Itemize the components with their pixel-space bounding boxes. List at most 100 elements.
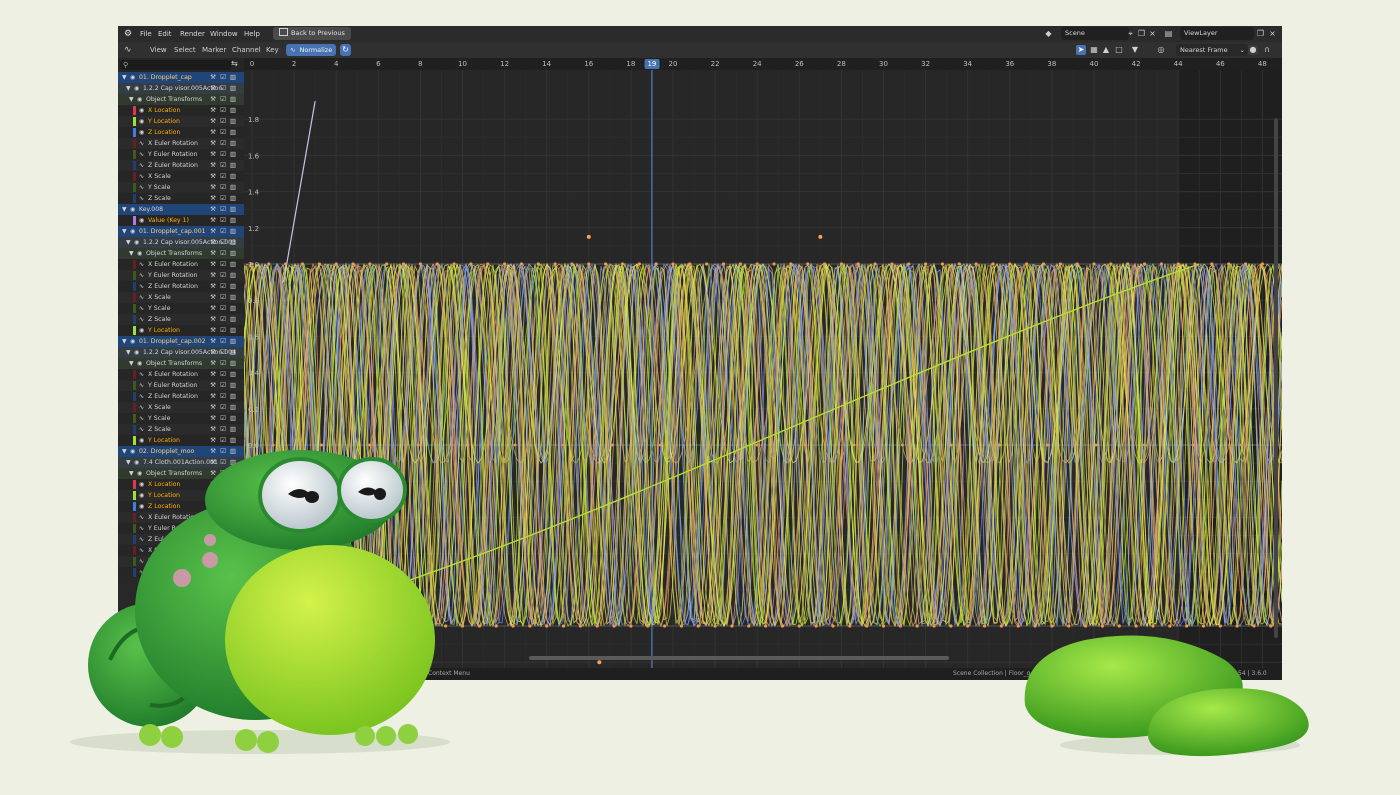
keyframe-point[interactable] bbox=[452, 262, 456, 266]
modifier-wrench-icon[interactable]: ⚒ bbox=[208, 534, 218, 545]
channel-row[interactable]: ▼ ◉ Object Transforms ⚒ ☑ ▥ bbox=[118, 248, 244, 259]
modifier-wrench-icon[interactable]: ⚒ bbox=[208, 281, 218, 292]
keyframe-point[interactable] bbox=[679, 624, 684, 628]
keyframe-point[interactable] bbox=[1243, 262, 1248, 266]
mute-checkbox[interactable]: ☑ bbox=[218, 479, 228, 490]
lock-icon[interactable]: ▥ bbox=[228, 149, 238, 160]
keyframe-point[interactable] bbox=[292, 624, 296, 628]
visibility-eye-icon[interactable]: ∿ bbox=[139, 512, 144, 523]
keyframe-point[interactable] bbox=[991, 262, 995, 266]
keyframe-point[interactable] bbox=[513, 443, 517, 447]
modifier-wrench-icon[interactable]: ⚒ bbox=[208, 567, 218, 578]
lock-icon[interactable]: ▥ bbox=[228, 435, 238, 446]
modifier-wrench-icon[interactable]: ⚒ bbox=[208, 270, 218, 281]
visibility-eye-icon[interactable]: ∿ bbox=[139, 413, 144, 424]
filter-icon[interactable]: ▼ bbox=[1130, 45, 1140, 55]
modifier-wrench-icon[interactable]: ⚒ bbox=[208, 105, 218, 116]
keyframe-point[interactable] bbox=[435, 262, 439, 266]
modifier-wrench-icon[interactable]: ⚒ bbox=[208, 314, 218, 325]
keyframe-point[interactable] bbox=[562, 443, 566, 447]
lock-icon[interactable]: ▥ bbox=[228, 402, 238, 413]
channel-row[interactable]: ∿ Y Euler Rotation ⚒ ☑ ▥ bbox=[118, 270, 244, 281]
expand-triangle-icon[interactable]: ▼ bbox=[129, 248, 134, 259]
modifier-wrench-icon[interactable]: ⚒ bbox=[208, 237, 218, 248]
channel-row[interactable]: ◉ Y Location ⚒ ☑ ▥ bbox=[118, 490, 244, 501]
lock-icon[interactable]: ▥ bbox=[228, 534, 238, 545]
mute-checkbox[interactable]: ☑ bbox=[218, 171, 228, 182]
modifier-wrench-icon[interactable]: ⚒ bbox=[208, 215, 218, 226]
keyframe-point[interactable] bbox=[1067, 624, 1071, 628]
lock-icon[interactable]: ▥ bbox=[228, 512, 238, 523]
modifier-wrench-icon[interactable]: ⚒ bbox=[208, 204, 218, 215]
mute-checkbox[interactable]: ☑ bbox=[218, 347, 228, 358]
lock-icon[interactable]: ▥ bbox=[228, 94, 238, 105]
keyframe-point[interactable] bbox=[890, 262, 894, 266]
keyframe-point[interactable] bbox=[1218, 624, 1222, 628]
keyframe-point[interactable] bbox=[831, 624, 835, 628]
lock-icon[interactable]: ▥ bbox=[228, 138, 238, 149]
keyframe-point[interactable] bbox=[907, 262, 911, 266]
channel-row[interactable]: ∿ Z Euler Rotation ⚒ ☑ ▥ bbox=[118, 281, 244, 292]
keyframe-point[interactable] bbox=[460, 624, 465, 628]
keyframe-point[interactable] bbox=[1008, 262, 1012, 266]
mute-checkbox[interactable]: ☑ bbox=[218, 325, 228, 336]
keyframe-point[interactable] bbox=[536, 262, 540, 266]
channel-row[interactable]: ∿ X Euler Rotation ⚒ ☑ ▥ bbox=[118, 512, 244, 523]
visibility-eye-icon[interactable]: ∿ bbox=[139, 182, 144, 193]
visibility-eye-icon[interactable]: ◉ bbox=[134, 83, 139, 94]
keyframe-point[interactable] bbox=[974, 262, 978, 266]
mute-checkbox[interactable]: ☑ bbox=[218, 380, 228, 391]
keyframe-point[interactable] bbox=[300, 262, 305, 266]
pin-icon[interactable]: ⌖ bbox=[1126, 29, 1135, 38]
editor-type-icon[interactable]: ∿ bbox=[124, 42, 132, 58]
keyframe-point[interactable] bbox=[940, 262, 945, 266]
channel-row[interactable]: ∿ Z Scale ⚒ ☑ ▥ bbox=[118, 193, 244, 204]
visibility-eye-icon[interactable]: ◉ bbox=[130, 72, 135, 83]
lock-icon[interactable]: ▥ bbox=[228, 523, 238, 534]
keyframe-point[interactable] bbox=[1143, 443, 1147, 447]
lock-icon[interactable]: ▥ bbox=[228, 237, 238, 248]
vertical-scrollbar[interactable] bbox=[1274, 118, 1278, 638]
expand-triangle-icon[interactable]: ▼ bbox=[126, 457, 131, 468]
modifier-wrench-icon[interactable]: ⚒ bbox=[208, 248, 218, 259]
modifier-wrench-icon[interactable]: ⚒ bbox=[208, 369, 218, 380]
channel-row[interactable]: ▼ ◉ 01. Dropplet_cap.001 ⚒ ☑ ▥ bbox=[118, 226, 244, 237]
visibility-eye-icon[interactable]: ◉ bbox=[134, 457, 139, 468]
lock-icon[interactable]: ▥ bbox=[228, 171, 238, 182]
visibility-eye-icon[interactable]: ∿ bbox=[139, 534, 144, 545]
channel-row[interactable]: ∿ Z Scale ⚒ ☑ ▥ bbox=[118, 314, 244, 325]
channel-row[interactable]: ∿ X Euler Rotation ⚒ ☑ ▥ bbox=[118, 259, 244, 270]
mute-checkbox[interactable]: ☑ bbox=[218, 556, 228, 567]
keyframe-point[interactable] bbox=[1235, 624, 1239, 628]
channel-row[interactable]: ∿ Y Scale ⚒ ☑ ▥ bbox=[118, 303, 244, 314]
proportional-icon[interactable]: ● bbox=[1248, 45, 1258, 55]
mute-checkbox[interactable]: ☑ bbox=[218, 402, 228, 413]
lock-icon[interactable]: ▥ bbox=[228, 127, 238, 138]
modifier-wrench-icon[interactable]: ⚒ bbox=[208, 259, 218, 270]
keyframe-point[interactable] bbox=[401, 262, 406, 266]
channel-row[interactable]: ◉ Y Location ⚒ ☑ ▥ bbox=[118, 325, 244, 336]
keyframe-point[interactable] bbox=[738, 262, 742, 266]
modifier-wrench-icon[interactable]: ⚒ bbox=[208, 347, 218, 358]
keyframe-point[interactable] bbox=[570, 262, 574, 266]
keyframe-point[interactable] bbox=[755, 262, 759, 266]
visibility-eye-icon[interactable]: ◉ bbox=[139, 116, 144, 127]
visibility-eye-icon[interactable]: ∿ bbox=[139, 292, 144, 303]
visibility-eye-icon[interactable]: ◉ bbox=[130, 446, 135, 457]
modifier-wrench-icon[interactable]: ⚒ bbox=[208, 303, 218, 314]
keyframe-point[interactable] bbox=[620, 262, 625, 266]
visibility-eye-icon[interactable]: ◉ bbox=[139, 127, 144, 138]
lock-icon[interactable]: ▥ bbox=[228, 314, 238, 325]
pivot-icon[interactable]: ◎ bbox=[1156, 45, 1166, 55]
keyframe-point[interactable] bbox=[511, 624, 515, 628]
lock-icon[interactable]: ▥ bbox=[228, 347, 238, 358]
mute-checkbox[interactable]: ☑ bbox=[218, 391, 228, 402]
keyframe-point[interactable] bbox=[705, 262, 709, 266]
keyframe-point[interactable] bbox=[427, 624, 431, 628]
keyframe-point[interactable] bbox=[1046, 443, 1050, 447]
visibility-eye-icon[interactable]: ◉ bbox=[139, 215, 144, 226]
keyframe-point[interactable] bbox=[806, 262, 810, 266]
lock-icon[interactable]: ▥ bbox=[228, 281, 238, 292]
expand-triangle-icon[interactable]: ▼ bbox=[129, 358, 134, 369]
keyframe-point[interactable] bbox=[637, 262, 641, 266]
